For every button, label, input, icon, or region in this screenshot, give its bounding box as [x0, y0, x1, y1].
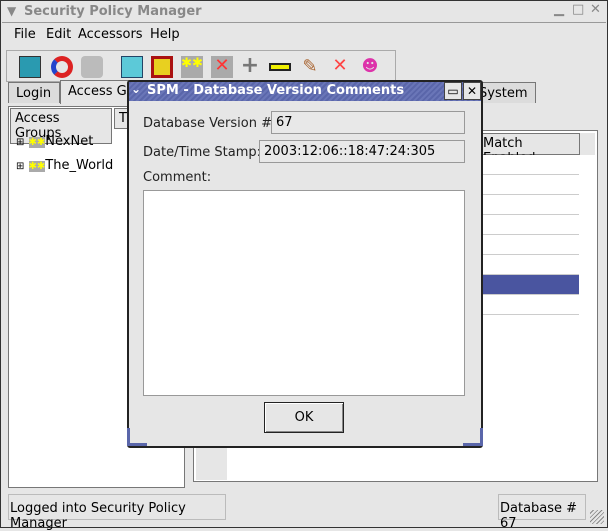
user-icon[interactable]: ☻ [359, 56, 381, 78]
comment-label: Comment: [143, 170, 212, 185]
close-icon[interactable]: ✕ [590, 2, 601, 17]
table-row-selected[interactable] [481, 275, 579, 295]
version-label: Database Version #: [143, 116, 277, 131]
table-row[interactable] [481, 155, 579, 175]
tree-item[interactable]: ⊞ ✱✱The_World [16, 158, 113, 173]
column-header-match-enabled[interactable]: Match Enabled [478, 133, 580, 166]
menu-accessors[interactable]: Accessors [78, 27, 143, 42]
version-field[interactable]: 67 [271, 111, 465, 134]
minimize-icon[interactable]: ▁ [554, 2, 564, 17]
delete-user-icon[interactable]: ✕ [329, 56, 351, 78]
table-row[interactable] [481, 235, 579, 255]
package-icon[interactable] [151, 56, 173, 78]
exit-icon[interactable] [19, 56, 41, 78]
status-message: Logged into Security Policy Manager [8, 494, 226, 531]
table-row[interactable] [481, 295, 579, 315]
comment-textarea[interactable] [143, 190, 465, 396]
delete-group-icon[interactable]: ✕ [211, 56, 233, 78]
table-row[interactable] [481, 215, 579, 235]
expand-icon[interactable]: ⊞ [16, 137, 24, 148]
menu-edit[interactable]: Edit [46, 27, 71, 42]
refresh-icon[interactable] [51, 56, 73, 78]
table-row[interactable] [481, 255, 579, 275]
menu-help[interactable]: Help [150, 27, 180, 42]
window-title: Security Policy Manager [24, 4, 202, 19]
tree-item[interactable]: ⊞ ✱✱NexNet [16, 134, 93, 149]
maximize-icon[interactable]: □ [572, 2, 584, 17]
remove-icon[interactable] [269, 63, 291, 71]
group-icon: ✱✱ [28, 137, 46, 148]
dialog-title: SPM - Database Version Comments [147, 83, 405, 98]
dialog-corner [127, 428, 147, 446]
ok-button[interactable]: OK [264, 402, 344, 433]
dialog-title-bar[interactable]: ⌄ SPM - Database Version Comments [129, 82, 481, 101]
timestamp-label: Date/Time Stamp: [143, 145, 262, 160]
status-database: Database # 67 [498, 494, 586, 531]
title-bar: ▼ Security Policy Manager ▁ □ ✕ [2, 2, 606, 23]
resize-grip[interactable] [590, 510, 604, 524]
add-icon[interactable]: + [239, 55, 261, 78]
timestamp-field[interactable]: 2003:12:06::18:47:24:305 [259, 140, 465, 163]
table-row[interactable] [481, 175, 579, 195]
tab-login[interactable]: Login [8, 82, 60, 103]
handshake-icon[interactable] [81, 56, 103, 78]
expand-icon[interactable]: ⊞ [16, 161, 24, 172]
dialog-corner [463, 428, 483, 446]
toolbar: ✱✱ ✕ + ✎ ✕ ☻ [6, 50, 396, 82]
table-row[interactable] [481, 195, 579, 215]
window-menu-icon[interactable]: ▼ [7, 4, 16, 18]
dialog-maximize-icon[interactable]: ▭ [444, 82, 462, 100]
menu-file[interactable]: File [14, 27, 36, 42]
dialog-menu-icon[interactable]: ⌄ [131, 82, 141, 96]
edit-icon[interactable]: ✎ [299, 56, 321, 78]
version-comments-dialog: ⌄ SPM - Database Version Comments ▭ ✕ Da… [127, 80, 483, 448]
group-icon: ✱✱ [28, 161, 46, 172]
open-box-icon[interactable] [121, 56, 143, 78]
group-icon[interactable]: ✱✱ [181, 56, 203, 78]
dialog-close-icon[interactable]: ✕ [463, 82, 481, 100]
